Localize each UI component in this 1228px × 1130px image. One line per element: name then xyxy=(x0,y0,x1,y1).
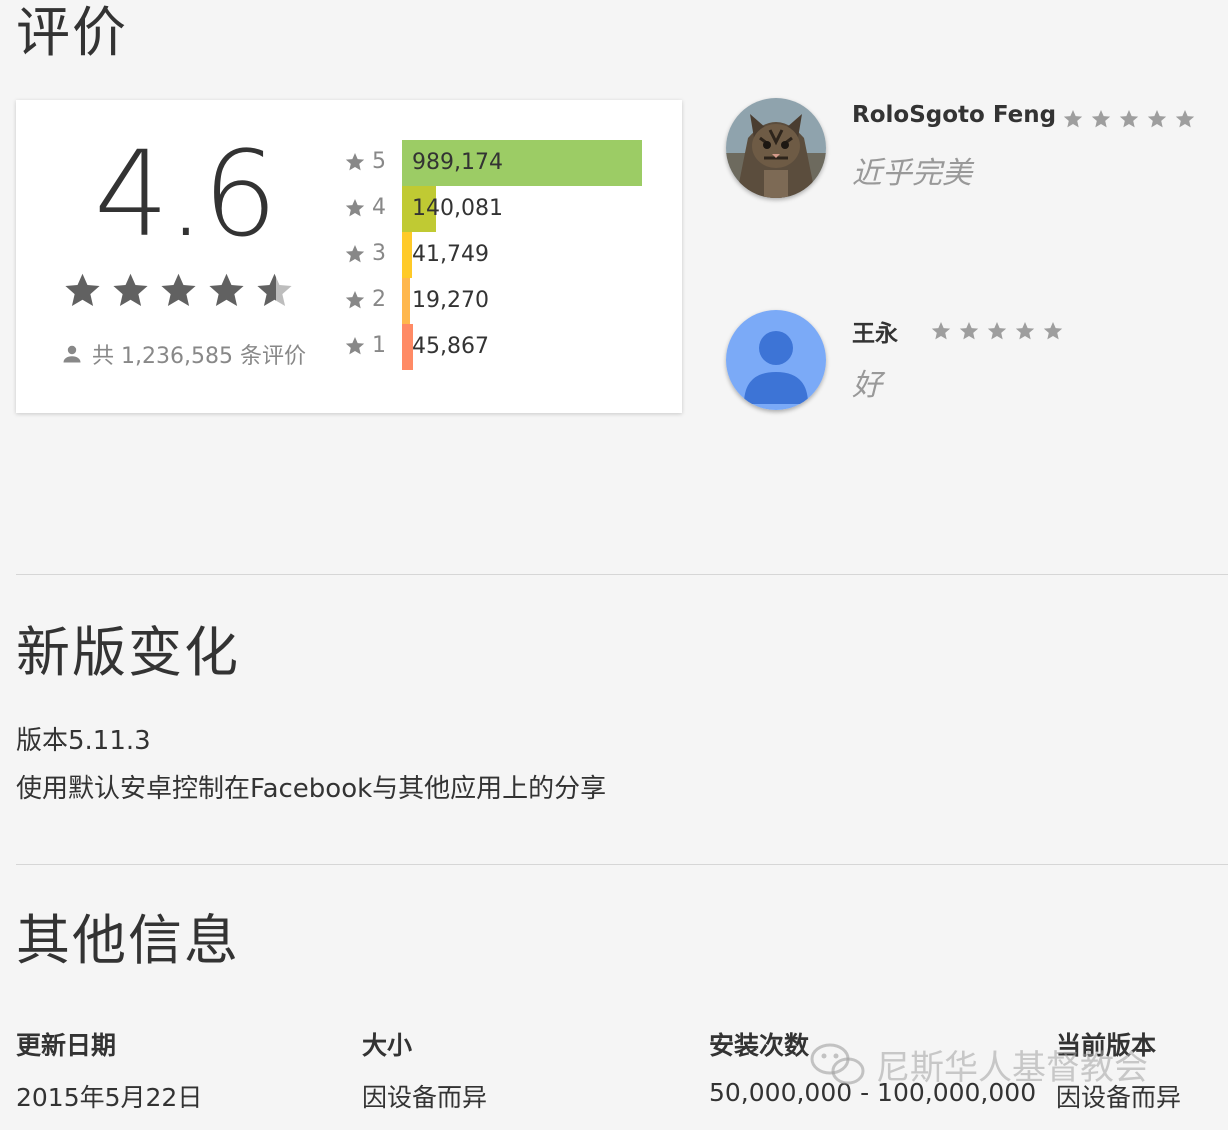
average-rating-stars xyxy=(62,270,295,311)
histogram-row: 3 41,749 xyxy=(344,232,664,278)
info-size: 大小 因设备而异 xyxy=(362,1026,487,1114)
cat-photo-image xyxy=(726,98,826,198)
star-icon xyxy=(930,320,952,342)
star-icon xyxy=(158,270,199,311)
star-icon xyxy=(1146,108,1168,130)
star-icon xyxy=(1174,108,1196,130)
review-text: 近乎完美 xyxy=(852,156,972,191)
histogram-star-number: 3 xyxy=(372,241,386,266)
change-description: 使用默认安卓控制在Facebook与其他应用上的分享 xyxy=(16,774,607,804)
star-icon xyxy=(958,320,980,342)
star-icon xyxy=(110,270,151,311)
star-icon xyxy=(345,152,365,170)
review-item: RoloSgoto Feng 近乎完美 xyxy=(726,98,1216,218)
histogram-star-label: 3 xyxy=(344,241,386,266)
version-text: 版本5.11.3 xyxy=(16,726,151,756)
star-icon xyxy=(62,270,103,311)
reviewer-name: RoloSgoto Feng xyxy=(852,102,1057,128)
info-label: 大小 xyxy=(362,1031,413,1060)
additional-info-section-title: 其他信息 xyxy=(16,909,240,972)
star-icon xyxy=(345,198,365,216)
star-icon xyxy=(1118,108,1140,130)
histogram-row: 1 45,867 xyxy=(344,324,664,370)
histogram-count: 989,174 xyxy=(412,150,503,175)
info-updated: 更新日期 2015年5月22日 xyxy=(16,1026,202,1114)
star-icon xyxy=(1042,320,1064,342)
histogram-star-label: 2 xyxy=(344,287,386,312)
histogram-star-number: 4 xyxy=(372,195,386,220)
star-icon xyxy=(206,270,247,311)
histogram-count: 19,270 xyxy=(412,288,489,313)
histogram-star-label: 4 xyxy=(344,195,386,220)
star-icon xyxy=(345,336,365,354)
star-icon xyxy=(345,244,365,262)
default-user-avatar-icon xyxy=(726,310,826,410)
total-reviews: 共 1,236,585 条评价 xyxy=(60,338,306,370)
info-value: 因设备而异 xyxy=(362,1083,488,1112)
histogram-row: 5 989,174 xyxy=(344,140,664,186)
histogram-star-label: 5 xyxy=(344,149,386,174)
section-divider xyxy=(16,574,1228,575)
star-icon xyxy=(986,320,1008,342)
info-label: 更新日期 xyxy=(16,1031,117,1060)
histogram-star-number: 5 xyxy=(372,149,386,174)
reviewer-avatar[interactable] xyxy=(726,98,826,198)
info-label: 安装次数 xyxy=(709,1031,810,1060)
person-icon xyxy=(63,345,81,363)
star-icon xyxy=(1062,108,1084,130)
whats-new-section-title: 新版变化 xyxy=(16,621,240,684)
reviewer-avatar[interactable] xyxy=(726,310,826,410)
histogram-row: 2 19,270 xyxy=(344,278,664,324)
info-value: 因设备而异 xyxy=(1056,1083,1182,1112)
histogram-bar xyxy=(402,278,410,324)
half-star-icon xyxy=(257,273,292,307)
reviewer-name: 王永 xyxy=(852,321,898,347)
info-installs: 安装次数 50,000,000 - 100,000,000 xyxy=(709,1026,1036,1107)
histogram-star-number: 1 xyxy=(372,333,386,358)
review-item: 王永 好 xyxy=(726,310,1216,430)
info-current-version: 当前版本 因设备而异 xyxy=(1056,1026,1181,1114)
histogram-star-number: 2 xyxy=(372,287,386,312)
total-reviews-label: 共 1,236,585 条评价 xyxy=(92,344,306,369)
rating-summary-card: 4.6 共 1,236,585 条评价 5 989,174 4 140,081 3 41,… xyxy=(16,100,682,413)
review-text: 好 xyxy=(852,368,882,403)
info-value: 2015年5月22日 xyxy=(16,1083,203,1112)
info-label: 当前版本 xyxy=(1056,1031,1157,1060)
info-value: 50,000,000 - 100,000,000 xyxy=(709,1078,1037,1107)
review-rating-stars xyxy=(930,320,1064,342)
histogram-row: 4 140,081 xyxy=(344,186,664,232)
histogram-bar xyxy=(402,232,412,278)
section-divider xyxy=(16,864,1228,865)
reviews-section-title: 评价 xyxy=(16,1,128,64)
review-rating-stars xyxy=(1062,108,1196,130)
star-icon xyxy=(1090,108,1112,130)
star-icon xyxy=(345,290,365,308)
histogram-count: 140,081 xyxy=(412,196,503,221)
average-rating-score: 4.6 xyxy=(94,125,278,263)
histogram-count: 45,867 xyxy=(412,334,489,359)
histogram-count: 41,749 xyxy=(412,242,489,267)
histogram-star-label: 1 xyxy=(344,333,386,358)
star-icon xyxy=(1014,320,1036,342)
